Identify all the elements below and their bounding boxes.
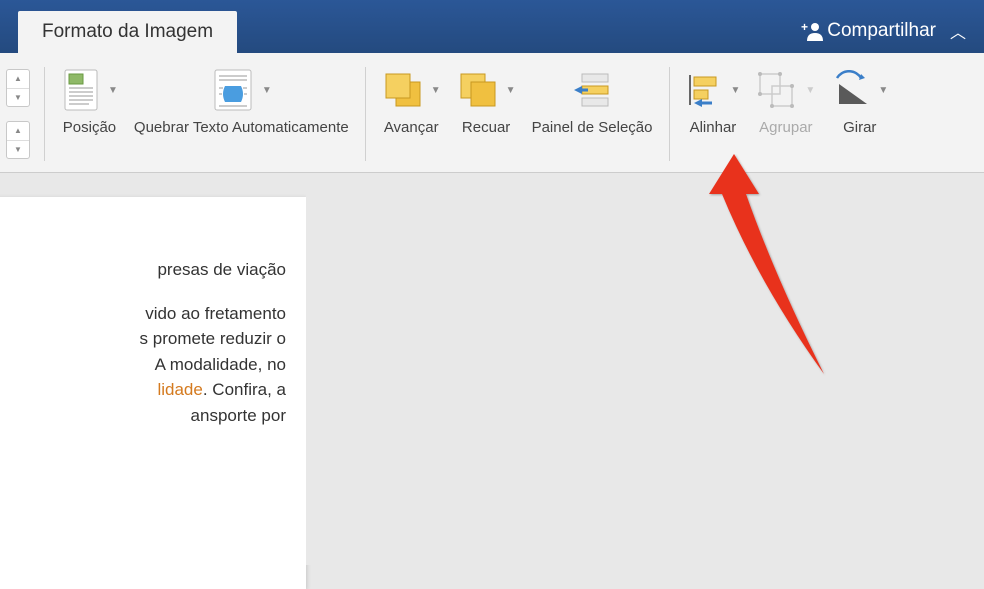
painel-selecao-button[interactable]: Painel de Seleção bbox=[524, 61, 661, 141]
share-label: Compartilhar bbox=[827, 20, 936, 42]
document-page[interactable]: presas de viação vido ao fretamento s pr… bbox=[0, 197, 306, 589]
stepper-2[interactable]: ▲▼ bbox=[6, 121, 30, 159]
alinhar-icon bbox=[686, 71, 724, 109]
avancar-button[interactable]: ▼ Avançar bbox=[374, 61, 449, 141]
person-plus-icon: + bbox=[801, 21, 825, 41]
svg-text:+: + bbox=[801, 21, 808, 34]
doc-text-block: vido ao fretamento s promete reduzir o A… bbox=[0, 301, 286, 429]
ribbon-left-controls: ▲▼ ▲▼ bbox=[0, 61, 36, 159]
alinhar-button[interactable]: ▼ Alinhar bbox=[678, 61, 749, 141]
girar-button[interactable]: ▼ Girar bbox=[823, 61, 896, 141]
canvas-background bbox=[306, 173, 984, 565]
agrupar-label: Agrupar bbox=[759, 119, 812, 137]
tab-formato-imagem[interactable]: Formato da Imagem bbox=[18, 11, 237, 53]
dropdown-arrow-icon: ▼ bbox=[506, 85, 516, 96]
painel-selecao-label: Painel de Seleção bbox=[532, 119, 653, 137]
dropdown-arrow-icon: ▼ bbox=[805, 85, 815, 96]
dropdown-arrow-icon: ▼ bbox=[431, 85, 441, 96]
agrupar-button[interactable]: ▼ Agrupar bbox=[748, 61, 823, 141]
share-button[interactable]: + Compartilhar bbox=[801, 20, 936, 42]
posicao-button[interactable]: ▼ Posição bbox=[53, 61, 126, 141]
posicao-label: Posição bbox=[63, 119, 116, 137]
quebrar-texto-button[interactable]: ▼ Quebrar Texto Automaticamente bbox=[126, 61, 357, 141]
collapse-ribbon-icon[interactable]: ︿ bbox=[950, 19, 966, 43]
recuar-icon bbox=[457, 70, 499, 110]
posicao-icon bbox=[61, 68, 101, 112]
quebrar-texto-icon bbox=[211, 68, 255, 112]
titlebar-right: + Compartilhar ︿ bbox=[801, 19, 966, 43]
avancar-icon bbox=[382, 70, 424, 110]
document-area: presas de viação vido ao fretamento s pr… bbox=[0, 173, 984, 565]
stepper-1[interactable]: ▲▼ bbox=[6, 69, 30, 107]
painel-selecao-icon bbox=[572, 70, 612, 110]
quebrar-texto-label: Quebrar Texto Automaticamente bbox=[134, 119, 349, 137]
dropdown-arrow-icon: ▼ bbox=[262, 85, 272, 96]
dropdown-arrow-icon: ▼ bbox=[878, 85, 888, 96]
agrupar-icon bbox=[756, 70, 798, 110]
recuar-label: Recuar bbox=[462, 119, 510, 137]
doc-text-line: presas de viação bbox=[0, 257, 286, 283]
separator bbox=[44, 67, 45, 161]
dropdown-arrow-icon: ▼ bbox=[108, 85, 118, 96]
separator bbox=[669, 67, 670, 161]
titlebar: Formato da Imagem + Compartilhar ︿ bbox=[0, 0, 984, 53]
recuar-button[interactable]: ▼ Recuar bbox=[449, 61, 524, 141]
girar-icon bbox=[831, 70, 871, 110]
dropdown-arrow-icon: ▼ bbox=[731, 85, 741, 96]
ribbon: ▲▼ ▲▼ ▼ Posição bbox=[0, 53, 984, 173]
separator bbox=[365, 67, 366, 161]
alinhar-label: Alinhar bbox=[690, 119, 737, 137]
avancar-label: Avançar bbox=[384, 119, 439, 137]
girar-label: Girar bbox=[843, 119, 876, 137]
